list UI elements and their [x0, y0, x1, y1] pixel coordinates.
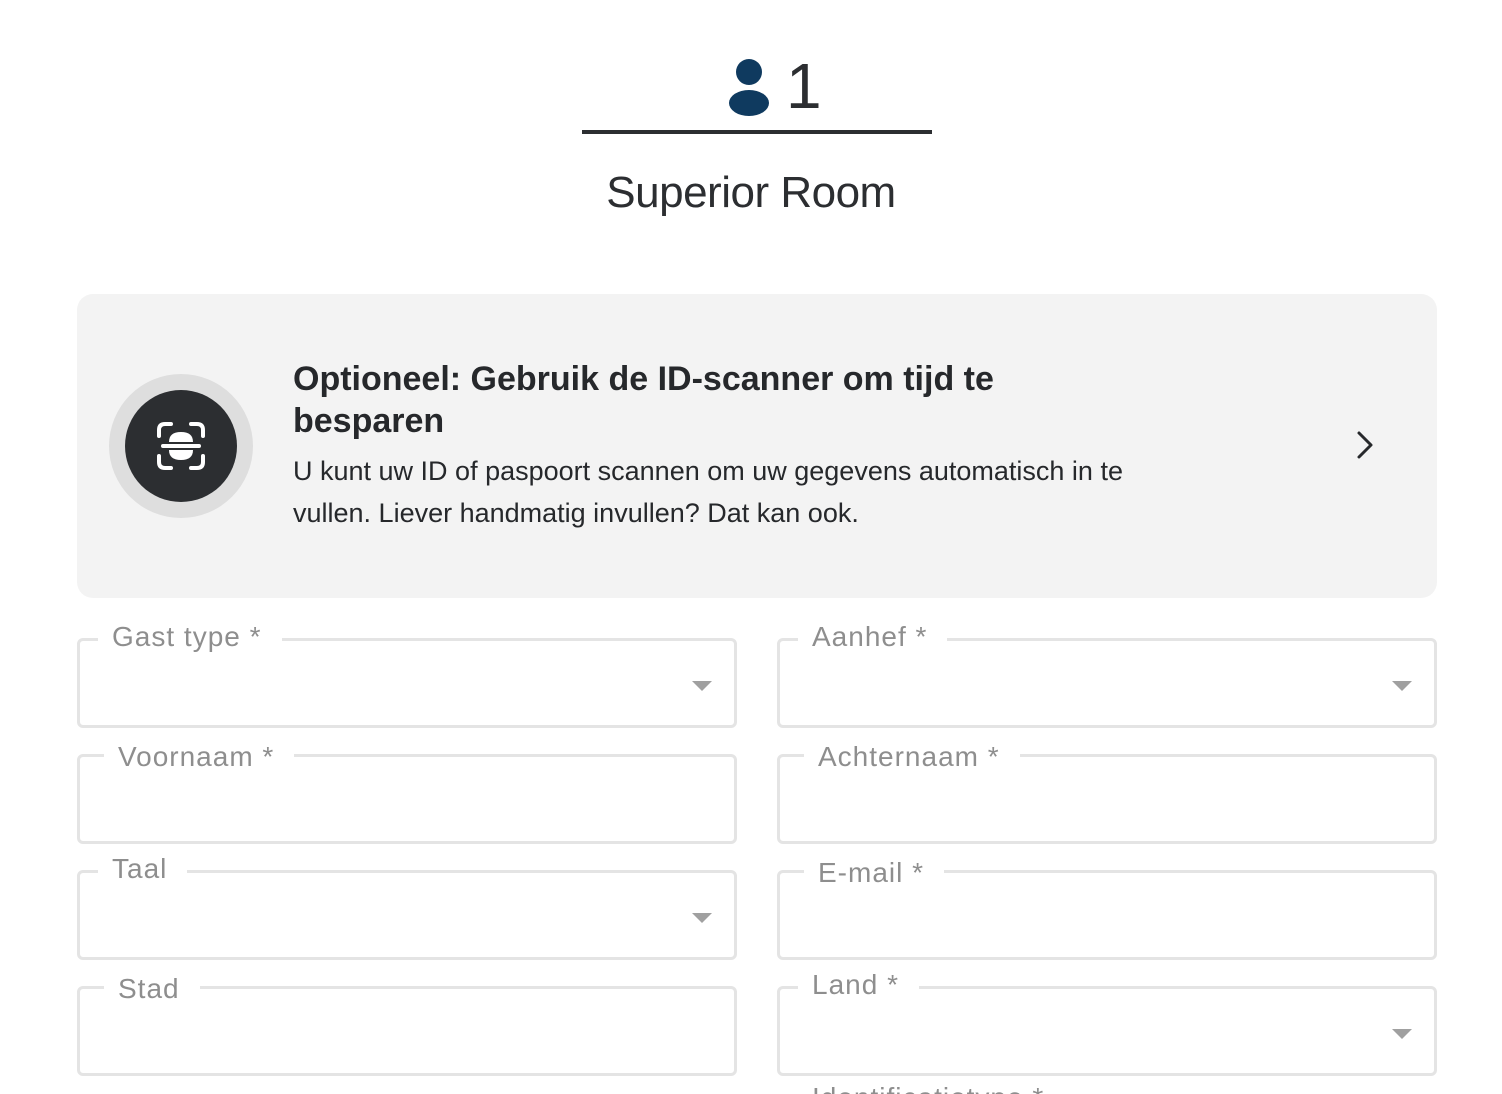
country-select[interactable]: Land * [777, 967, 1437, 1076]
scanner-icon-halo [109, 374, 253, 518]
id-scanner-card[interactable]: Optioneel: Gebruik de ID-scanner om tijd… [77, 294, 1437, 598]
first-name-field[interactable]: Voornaam * [77, 739, 737, 844]
email-label: E-mail * [804, 855, 945, 891]
guest-header: 1 [582, 50, 932, 134]
guest-count: 1 [786, 50, 822, 122]
country-label: Land * [798, 967, 919, 1003]
dropdown-arrow-icon [692, 681, 712, 691]
email-field[interactable]: E-mail * [777, 855, 1437, 960]
identification-type-label: Identificatietype * [812, 1080, 1044, 1094]
scanner-description: U kunt uw ID of paspoort scannen om uw g… [293, 456, 1123, 528]
chevron-right-icon[interactable] [1355, 430, 1375, 460]
room-name: Superior Room [606, 168, 896, 217]
first-name-label: Voornaam * [104, 739, 295, 775]
last-name-field[interactable]: Achternaam * [777, 739, 1437, 844]
guest-type-label: Gast type * [98, 619, 282, 655]
city-label: Stad [104, 971, 200, 1007]
salutation-select[interactable]: Aanhef * [777, 619, 1437, 728]
scanner-icon-circle [125, 390, 237, 502]
language-select[interactable]: Taal [77, 851, 737, 960]
last-name-label: Achternaam * [804, 739, 1020, 775]
scanner-title: Optioneel: Gebruik de ID-scanner om tijd… [293, 360, 994, 440]
dropdown-arrow-icon [1392, 681, 1412, 691]
city-field[interactable]: Stad [77, 971, 737, 1076]
dropdown-arrow-icon [1392, 1029, 1412, 1039]
salutation-label: Aanhef * [798, 619, 948, 655]
id-scan-icon [157, 422, 205, 470]
guest-type-select[interactable]: Gast type * [77, 619, 737, 728]
person-icon [729, 59, 769, 116]
language-label: Taal [98, 851, 188, 887]
guest-registration-page: 1 Superior Room Optioneel: Gebruik de ID… [0, 0, 1502, 1094]
dropdown-arrow-icon [692, 913, 712, 923]
